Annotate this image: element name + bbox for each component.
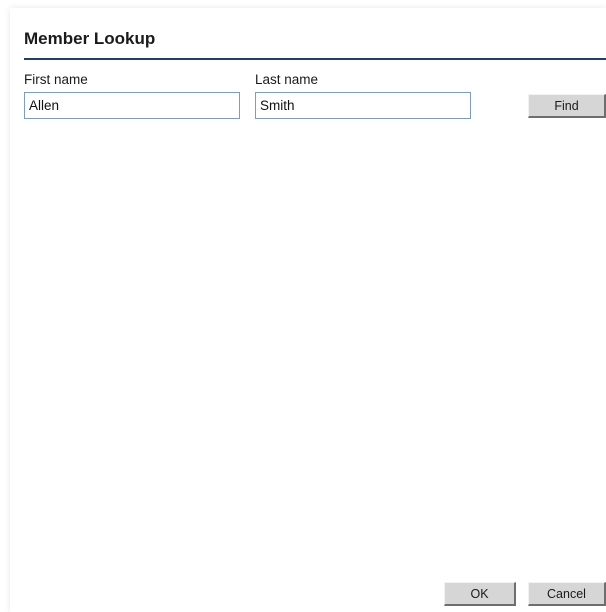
find-button[interactable]: Find	[528, 94, 606, 118]
first-name-input[interactable]	[24, 92, 240, 119]
cancel-button[interactable]: Cancel	[528, 582, 606, 606]
title-divider	[24, 58, 606, 60]
last-name-label: Last name	[255, 72, 319, 87]
dialog-title: Member Lookup	[24, 29, 156, 48]
member-lookup-dialog: Member Lookup First name Last name Find …	[10, 8, 606, 612]
first-name-label: First name	[24, 72, 88, 87]
ok-button[interactable]: OK	[444, 582, 516, 606]
last-name-input[interactable]	[255, 92, 471, 119]
results-area	[24, 132, 606, 572]
